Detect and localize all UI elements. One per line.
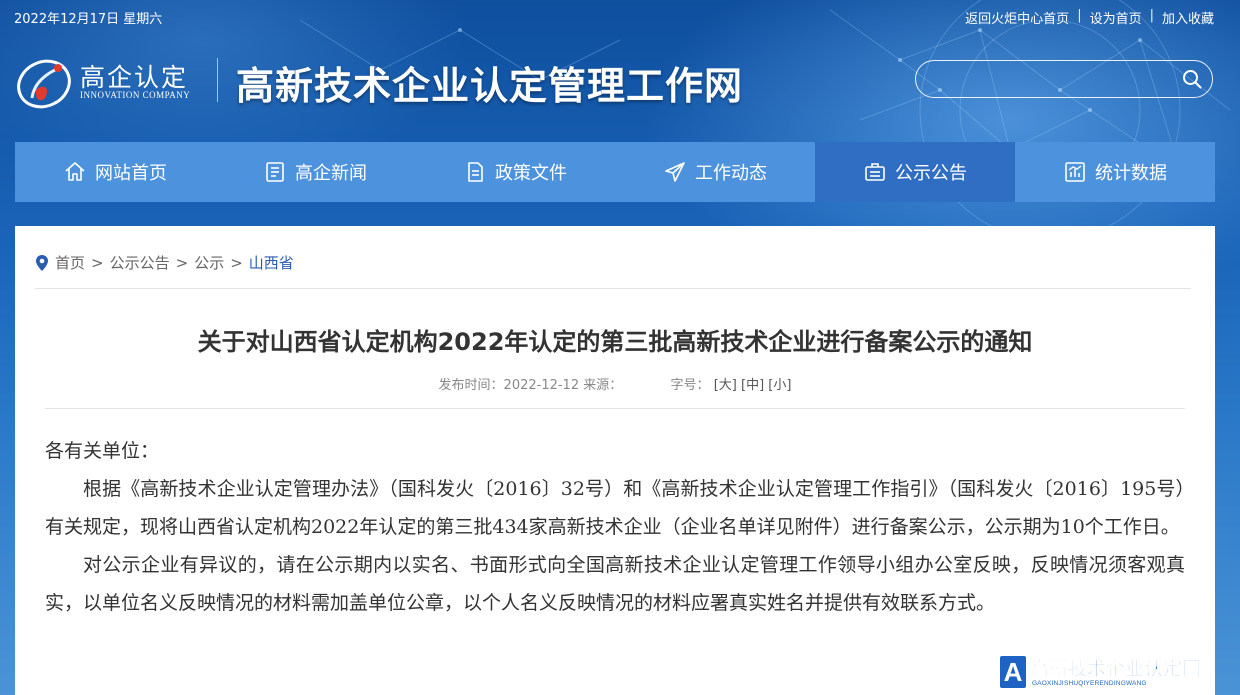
breadcrumb-separator: > xyxy=(91,253,104,272)
breadcrumb: 首页 > 公示公告 > 公示 > 山西省 xyxy=(35,252,294,273)
logo-english-text: INNOVATION COMPANY xyxy=(80,90,191,100)
publish-label: 发布时间： xyxy=(438,378,504,393)
link-separator: | xyxy=(1077,8,1082,23)
divider xyxy=(35,288,1191,289)
home-icon xyxy=(65,162,85,181)
nav-item-home[interactable]: 网站首页 xyxy=(15,142,215,202)
news-icon xyxy=(266,162,284,182)
location-pin-icon xyxy=(36,254,48,271)
breadcrumb-separator: > xyxy=(175,253,189,272)
nav-item-work-updates[interactable]: 工作动态 xyxy=(615,142,815,202)
breadcrumb-separator: > xyxy=(230,253,243,272)
font-size-large-button[interactable]: [大] xyxy=(714,378,737,393)
return-home-link[interactable]: 返回火炬中心首页 xyxy=(965,8,1069,27)
document-icon xyxy=(468,162,483,182)
nav-item-label: 统计数据 xyxy=(1095,163,1167,184)
top-links: 返回火炬中心首页 | 设为首页 | 加入收藏 xyxy=(965,8,1214,27)
logo-chinese-text: 高企认定 xyxy=(80,63,189,92)
current-date: 2022年12月17日 星期六 xyxy=(14,12,163,27)
search-icon[interactable] xyxy=(1182,69,1202,89)
article-meta: 发布时间：2022-12-12 来源： 字号： [大] [中] [小] xyxy=(15,374,1215,393)
site-logo[interactable]: 高企认定 INNOVATION COMPANY 高新技术企业认定管理工作网 xyxy=(14,52,804,112)
nav-item-statistics[interactable]: 统计数据 xyxy=(1015,142,1215,202)
article-body: 各有关单位： 根据《高新技术企业认定管理办法》（国科发火〔2016〕32号）和《… xyxy=(45,432,1185,622)
article-title: 关于对山西省认定机构2022年认定的第三批高新技术企业进行备案公示的通知 xyxy=(197,328,1033,356)
nav-item-policy[interactable]: 政策文件 xyxy=(415,142,615,202)
publish-date: 2022-12-12 xyxy=(503,378,580,393)
set-homepage-link[interactable]: 设为首页 xyxy=(1090,8,1142,27)
search-input[interactable] xyxy=(930,67,1174,93)
watermark-title: 高新技术企业认定网 xyxy=(1030,658,1202,681)
font-size-label: 字号： xyxy=(670,378,710,393)
breadcrumb-home[interactable]: 首页 xyxy=(55,252,85,273)
top-bar: 2022年12月17日 星期六 返回火炬中心首页 | 设为首页 | 加入收藏 xyxy=(14,8,1214,28)
divider xyxy=(45,408,1185,409)
font-size-medium-button[interactable]: [中] xyxy=(741,378,764,393)
salutation: 各有关单位： xyxy=(45,440,160,462)
nav-item-notices[interactable]: 公示公告 xyxy=(815,142,1015,202)
watermark-logo: A 高新技术企业认定网 GAOXINJISHUQIYERENDINGWANG xyxy=(1000,652,1240,695)
watermark-letter: A xyxy=(1000,656,1026,688)
content-panel: 首页 > 公示公告 > 公示 > 山西省 关于对山西省认定机构2022年认定的第… xyxy=(15,226,1215,695)
add-favorite-link[interactable]: 加入收藏 xyxy=(1162,8,1214,27)
send-icon xyxy=(665,162,685,182)
nav-item-label: 工作动态 xyxy=(695,163,767,184)
nav-item-news[interactable]: 高企新闻 xyxy=(215,142,415,202)
link-separator: | xyxy=(1149,8,1154,23)
notice-icon xyxy=(865,163,885,181)
chart-icon xyxy=(1065,162,1085,182)
article-paragraph: 根据《高新技术企业认定管理办法》（国科发火〔2016〕32号）和《高新技术企业认… xyxy=(45,478,1185,538)
breadcrumb-notices[interactable]: 公示公告 xyxy=(110,252,170,273)
site-title: 高新技术企业认定管理工作网 xyxy=(236,63,744,108)
watermark-subtitle: GAOXINJISHUQIYERENDINGWANG xyxy=(1032,680,1147,687)
breadcrumb-current[interactable]: 山西省 xyxy=(249,252,294,273)
logo-emblem-icon xyxy=(17,59,71,109)
nav-item-label: 公示公告 xyxy=(895,163,967,184)
article-paragraph: 对公示企业有异议的，请在公示期内以实名、书面形式向全国高新技术企业认定管理工作领… xyxy=(45,554,1185,614)
main-nav: 网站首页 高企新闻 政策文件 工作动态 公示公告 统计数据 xyxy=(15,142,1215,202)
logo-divider xyxy=(217,58,218,102)
nav-item-label: 政策文件 xyxy=(495,163,567,184)
font-size-small-button[interactable]: [小] xyxy=(768,378,791,393)
search-box xyxy=(915,60,1213,98)
source-label: 来源： xyxy=(583,378,623,393)
nav-item-label: 高企新闻 xyxy=(295,163,367,184)
breadcrumb-public[interactable]: 公示 xyxy=(194,252,224,273)
nav-item-label: 网站首页 xyxy=(95,163,167,184)
